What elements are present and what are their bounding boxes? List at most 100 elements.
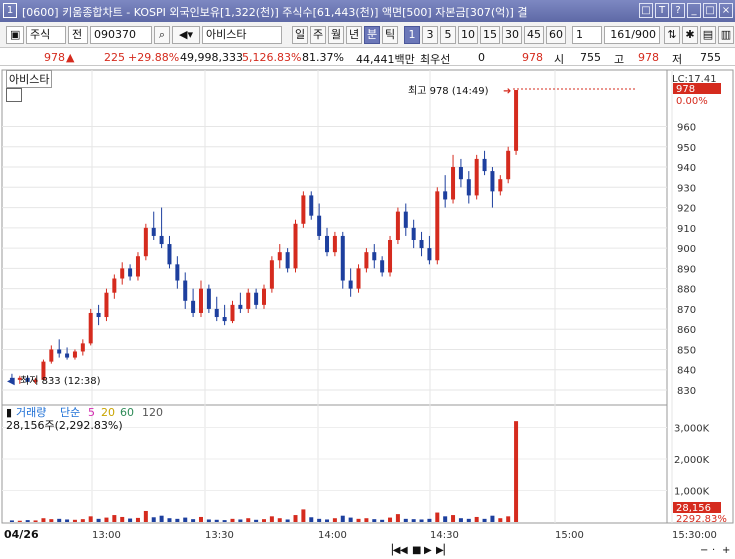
search-icon[interactable]: ⌕ [154,26,170,44]
side-select[interactable]: 전 [68,26,88,44]
period-week[interactable]: 주 [310,26,326,44]
indicator-icon[interactable]: ⇅ [664,26,680,44]
vol-title: 거래량 [16,406,46,419]
candle-body [388,240,393,273]
price-tick-label: 850 [677,345,696,356]
high-note: 최고 978 (14:49) [408,85,489,97]
high-arrow-icon: ➜ [503,86,511,97]
interval-10[interactable]: 10 [458,26,478,44]
interval-1[interactable]: 1 [404,26,420,44]
interval-3[interactable]: 3 [422,26,438,44]
volume-bar [222,520,227,522]
open-label: 시 [554,53,565,66]
vol-ma60: 60 [120,406,134,419]
period-year[interactable]: 년 [346,26,362,44]
interval-30[interactable]: 30 [502,26,522,44]
zoom-in-icon[interactable]: + [722,545,730,559]
period-day[interactable]: 일 [292,26,308,44]
interval-60[interactable]: 60 [546,26,566,44]
price-tick-label: 960 [677,122,696,133]
interval-15[interactable]: 15 [480,26,500,44]
candle-body [183,280,188,301]
scroll-prev-icon[interactable]: ◀ [400,545,408,559]
zoom-out-icon[interactable]: − [700,545,708,559]
vol-tick-label: 2,000K [674,455,710,466]
count-select[interactable]: 1 [572,26,602,44]
volume-bar [9,520,14,522]
candle-body [222,317,227,322]
candle-body [317,215,322,236]
scroll-first-icon[interactable]: ▕◀ [385,545,400,559]
interval-5[interactable]: 5 [440,26,456,44]
sound-icon[interactable]: ◀▾ [172,26,200,44]
help-icon[interactable]: ? [671,3,685,18]
candle-body [57,349,62,354]
zoom-slider-icon[interactable]: · [712,545,715,559]
candle-body [285,252,290,269]
panel-stock-label: 아비스타 [6,70,53,88]
price-tick-label: 830 [677,386,696,397]
close-icon[interactable]: × [719,3,733,18]
candle-body [301,195,306,224]
settings-icon[interactable]: ✱ [682,26,698,44]
candle-body [230,304,235,322]
maximize-icon[interactable]: □ [703,3,717,18]
volume-bar [57,518,62,522]
price-tick-label: 860 [677,325,696,336]
volume-bar [285,519,290,522]
volume-bar [482,518,487,522]
volume-bar [388,517,393,522]
candle-body [309,195,314,216]
candle-body [254,292,259,305]
vol-tick-label: 3,000K [674,423,710,434]
volume-bar [325,519,330,522]
interval-45[interactable]: 45 [524,26,544,44]
low-value: 755 [700,51,721,64]
layout-icon[interactable]: ▣ [6,26,24,44]
low-label: 저 [672,53,683,66]
vol-ma120: 120 [142,406,163,419]
volume-bar [372,519,377,522]
scroll-next-icon[interactable]: ▶ [424,545,432,559]
volume-bar [458,518,463,522]
low-note: 최저 833 (12:38) [20,375,101,387]
save-icon[interactable]: ▤ [700,26,716,44]
pin-icon[interactable]: T [655,3,669,18]
period-tick[interactable]: 틱 [382,26,398,44]
price-tick-label: 910 [677,224,696,235]
stop-icon[interactable]: ■ [412,545,421,559]
price-tick-label: 930 [677,183,696,194]
minimize-icon[interactable]: _ [687,3,701,18]
volume-bar [206,519,211,522]
code-input[interactable]: 090370 [90,26,152,44]
candle-body [65,353,70,358]
period-minute[interactable]: 분 [364,26,380,44]
turnover-ratio: 81.37% [302,51,344,64]
link-icon[interactable]: □ [639,3,653,18]
candle-body [403,211,408,228]
candle-body [88,312,93,344]
volume-bar [451,515,456,522]
candle-body [269,260,274,289]
candle-body [325,235,330,253]
period-month[interactable]: 월 [328,26,344,44]
candle-body [151,227,156,236]
volume-bar [17,520,22,522]
candle-body [80,343,85,352]
open-value: 755 [580,51,601,64]
price-chart[interactable]: 830 840 850 860 870 880 890 900 910 920 930 940 950 9… [0,67,735,559]
current-price: 978 [44,51,65,64]
candle-body [175,264,180,281]
print-icon[interactable]: ▥ [718,26,734,44]
volume-bar [135,517,140,522]
candle-body [514,90,519,151]
market-select[interactable]: 주식 [26,26,66,44]
candle-body [466,179,471,196]
candle-body [458,167,463,180]
candle-body [293,223,298,269]
candle-body [435,191,440,261]
volume-bar [96,518,101,522]
scroll-last-icon[interactable]: ▶▏ [436,545,451,559]
volume-bar [49,519,54,522]
panel-grid-icon[interactable] [6,88,22,102]
